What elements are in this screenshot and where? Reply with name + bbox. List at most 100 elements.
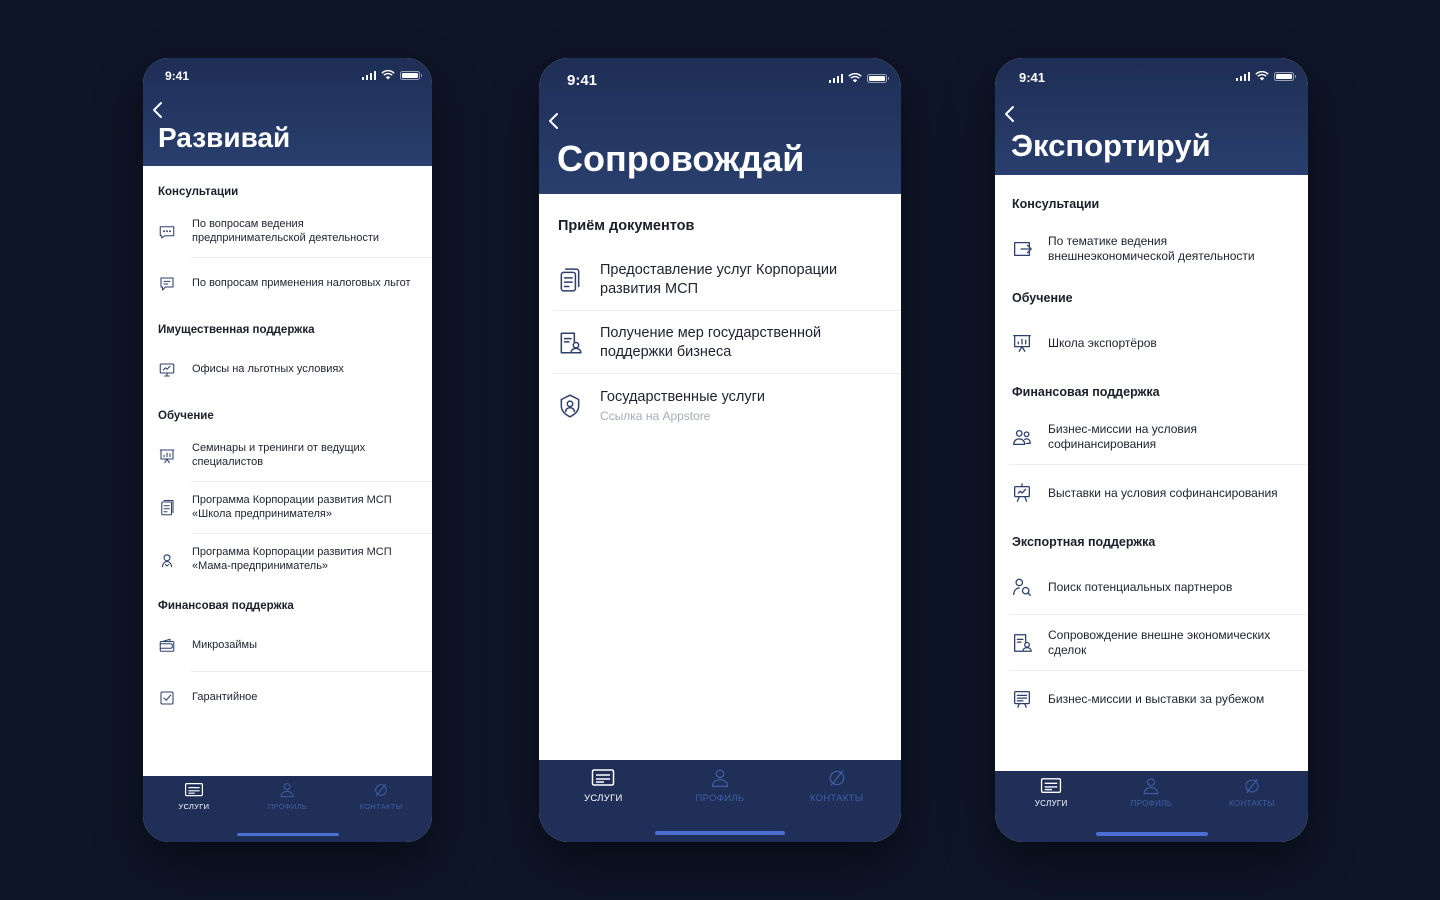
page-title: Развивай xyxy=(158,122,291,153)
battery-icon xyxy=(400,70,422,80)
battery-icon xyxy=(1274,71,1296,81)
section-title: Обучение xyxy=(1012,291,1073,305)
list-item-label: Программа Корпорации развития МСП «Школа… xyxy=(192,494,392,520)
appstore-link[interactable]: Ссылка на Appstore xyxy=(600,409,765,423)
status-time: 9:41 xyxy=(1019,70,1046,85)
list-item[interactable]: По вопросам ведения предпринимательской … xyxy=(143,206,432,258)
board-icon xyxy=(1011,688,1033,710)
list-item-text: Выставки на условия софинансирования xyxy=(1048,486,1278,501)
cellular-signal-icon xyxy=(361,70,376,80)
list-item-label: Бизнес-миссии и выставки за рубежом xyxy=(1048,691,1265,706)
list-item-text: По тематике ведения внешнеэкономической … xyxy=(1048,234,1294,264)
document-icon xyxy=(158,499,176,517)
tab-label: услуги xyxy=(584,793,623,804)
checkmark-icon xyxy=(158,689,176,707)
tab-services[interactable]: услуги xyxy=(147,782,240,811)
tab-bar: услуги профиль контакты xyxy=(539,760,901,842)
home-indicator xyxy=(655,831,785,835)
tab-label: контакты xyxy=(809,793,864,804)
chevron-left-icon xyxy=(547,113,561,135)
list-item[interactable]: Гарантийное xyxy=(143,672,432,724)
profile-icon xyxy=(706,768,734,788)
list-item-text: Микрозаймы xyxy=(192,639,257,653)
person-document-icon xyxy=(557,330,583,356)
wifi-icon xyxy=(1255,71,1269,81)
list-item[interactable]: Бизнес-миссии на условия софинансировани… xyxy=(995,409,1308,465)
services-icon xyxy=(1039,777,1063,795)
list-item-label: По вопросам ведения предпринимательской … xyxy=(192,218,379,244)
services-icon xyxy=(183,782,205,798)
back-button[interactable] xyxy=(1003,104,1017,129)
cellular-signal-icon xyxy=(1235,71,1250,81)
tab-services[interactable]: услуги xyxy=(546,768,662,804)
phone-screen-soprovozhdai: 9:41 Сопровождай Приём документов Предостав… xyxy=(539,58,901,842)
documents-icon xyxy=(557,267,583,293)
list-item[interactable]: Государственные услуги Ссылка на Appstore xyxy=(539,374,901,437)
list-item-label: Школа экспортёров xyxy=(1048,335,1157,350)
tab-label: профиль xyxy=(267,802,308,811)
tab-label: услуги xyxy=(178,802,210,811)
list-item-label: Выставки на условия софинансирования xyxy=(1048,485,1278,500)
list-item[interactable]: Микрозаймы xyxy=(143,620,432,672)
home-indicator xyxy=(1095,832,1208,836)
list-item-label: Государственные услуги xyxy=(600,388,766,405)
tab-contacts[interactable]: контакты xyxy=(779,768,895,804)
battery-icon xyxy=(867,73,889,83)
list-item-text: Предоставление услуг Корпорации развития… xyxy=(600,261,887,297)
chat-icon xyxy=(158,223,176,241)
status-time: 9:41 xyxy=(567,72,598,89)
profile-icon xyxy=(276,782,298,798)
list-item[interactable]: Школа экспортёров xyxy=(995,315,1308,371)
list-item[interactable]: По вопросам применения налоговых льгот xyxy=(143,258,432,310)
tab-services[interactable]: услуги xyxy=(1002,777,1101,808)
list-item-text: Офисы на льготных условиях xyxy=(192,363,344,377)
list-item-text: Бизнес-миссии на условия софинансировани… xyxy=(1048,422,1294,452)
list-item[interactable]: Программа Корпорации развития МСП «Мама-… xyxy=(143,534,432,586)
tab-profile[interactable]: профиль xyxy=(241,782,334,811)
woman-icon xyxy=(158,551,176,569)
list-item-text: Сопровождение внешне экономических сдело… xyxy=(1048,628,1294,658)
services-list: Приём документов Предоставление услуг Кор… xyxy=(539,194,901,760)
wifi-icon xyxy=(381,70,395,80)
tab-contacts[interactable]: контакты xyxy=(1202,777,1301,808)
list-item[interactable]: Бизнес-миссии и выставки за рубежом xyxy=(995,671,1308,727)
list-item[interactable]: Поиск потенциальных партнеров xyxy=(995,559,1308,615)
home-indicator xyxy=(236,833,339,836)
list-item[interactable]: По тематике ведения внешнеэкономической … xyxy=(995,221,1308,277)
list-item[interactable]: Выставки на условия софинансирования xyxy=(995,465,1308,521)
list-item[interactable]: Офисы на льготных условиях xyxy=(143,344,432,396)
person-document-icon xyxy=(1011,632,1033,654)
status-icons xyxy=(1235,71,1296,81)
list-item-text: Семинары и тренинги от ведущих специалис… xyxy=(192,442,418,470)
list-item[interactable]: Семинары и тренинги от ведущих специалис… xyxy=(143,430,432,482)
status-icons xyxy=(361,70,422,80)
tab-profile[interactable]: профиль xyxy=(662,768,778,804)
list-item[interactable]: Предоставление услуг Корпорации развития… xyxy=(539,248,901,311)
export-icon xyxy=(1011,238,1033,260)
list-item[interactable]: Получение мер государственной поддержки … xyxy=(539,311,901,374)
tab-profile[interactable]: профиль xyxy=(1102,777,1201,808)
back-button[interactable] xyxy=(547,111,561,136)
list-item-label: Поиск потенциальных партнеров xyxy=(1048,579,1233,594)
tab-label: профиль xyxy=(695,793,745,804)
profile-icon xyxy=(1139,777,1163,795)
list-item[interactable]: Программа Корпорации развития МСП «Школа… xyxy=(143,482,432,534)
services-icon xyxy=(589,768,617,788)
people-icon xyxy=(1011,426,1033,448)
list-item-text: Бизнес-миссии и выставки за рубежом xyxy=(1048,692,1264,707)
tab-label: контакты xyxy=(1229,799,1275,808)
presentation-icon xyxy=(1011,332,1033,354)
list-item-label: Семинары и тренинги от ведущих специалис… xyxy=(192,442,366,468)
list-item[interactable]: Сопровождение внешне экономических сдело… xyxy=(995,615,1308,671)
presentation-icon xyxy=(158,447,176,465)
list-item-text: Государственные услуги Ссылка на Appstore xyxy=(600,388,765,423)
tab-contacts[interactable]: контакты xyxy=(335,782,428,811)
wifi-icon xyxy=(848,73,862,83)
tab-label: профиль xyxy=(1130,799,1173,808)
tab-label: контакты xyxy=(359,802,403,811)
easel-icon xyxy=(1011,482,1033,504)
tab-bar: услуги профиль контакты xyxy=(995,771,1308,842)
list-item-label: По вопросам применения налоговых льгот xyxy=(192,277,411,290)
section-title: Консультации xyxy=(1012,197,1100,211)
list-item-label: Бизнес-миссии на условия софинансировани… xyxy=(1048,422,1197,451)
